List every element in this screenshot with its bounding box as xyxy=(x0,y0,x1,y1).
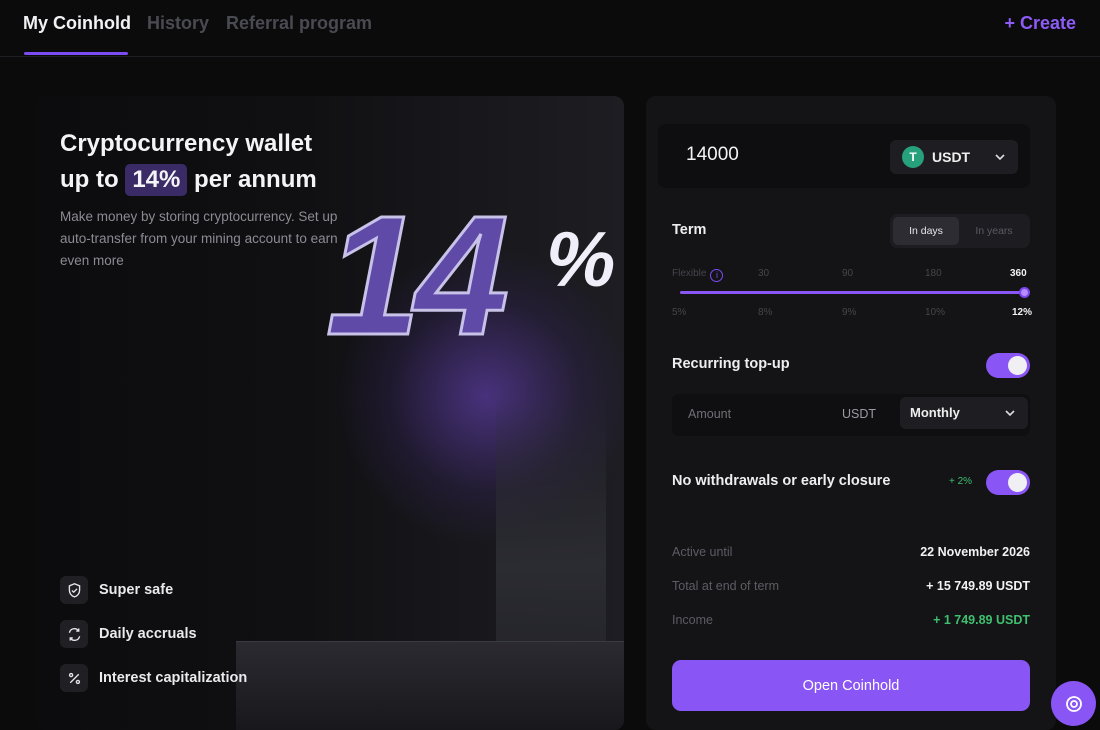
toggle-knob xyxy=(1008,473,1027,492)
promo-description: Make money by storing cryptocurrency. Se… xyxy=(60,209,338,268)
recurring-period-select[interactable]: Monthly xyxy=(900,397,1028,429)
summary-key: Total at end of term xyxy=(672,579,780,593)
term-scale-label: 30 xyxy=(758,268,770,279)
amount-input-box[interactable]: 14000 T USDT xyxy=(658,124,1030,188)
term-scale-label: Flexible i xyxy=(672,268,724,282)
chevron-down-icon xyxy=(1005,410,1015,417)
feature-label: Interest capitalization xyxy=(99,670,248,686)
feature-daily-accruals: Daily accruals xyxy=(60,620,320,648)
rate-scale-label: 9% xyxy=(842,307,857,318)
term-slider-thumb[interactable] xyxy=(1019,287,1030,298)
recurring-amount-input[interactable]: Amount xyxy=(688,407,731,421)
coinhold-form-panel: 14000 T USDT Term In days In years Flexi… xyxy=(646,96,1056,730)
summary-value: 22 November 2026 xyxy=(920,545,1030,559)
active-tab-indicator xyxy=(24,52,128,55)
top-navigation: My Coinhold History Referral program + C… xyxy=(0,0,1100,57)
create-button[interactable]: + Create xyxy=(1004,13,1076,34)
shield-check-icon xyxy=(60,576,88,604)
promo-banner: Cryptocurrency wallet up to 14% per annu… xyxy=(36,96,624,730)
currency-select[interactable]: T USDT xyxy=(890,140,1018,174)
term-scale-label: 90 xyxy=(842,268,854,279)
open-coinhold-button[interactable]: Open Coinhold xyxy=(672,660,1030,711)
amount-input[interactable]: 14000 xyxy=(686,144,739,166)
term-mode-days[interactable]: In days xyxy=(893,217,959,245)
term-scale-label: 180 xyxy=(925,268,942,279)
summary-key: Income xyxy=(672,613,713,627)
feature-label: Super safe xyxy=(99,582,174,598)
summary-key: Active until xyxy=(672,545,733,559)
feature-label: Daily accruals xyxy=(99,626,197,642)
support-icon xyxy=(1065,695,1082,712)
feature-super-safe: Super safe xyxy=(60,576,320,604)
bonus-rate-badge: + 2% xyxy=(949,476,973,487)
support-button[interactable] xyxy=(1051,681,1096,726)
term-mode-toggle: In days In years xyxy=(890,214,1030,248)
promo-title-suffix: per annum xyxy=(194,166,317,193)
big-rate-percent: % xyxy=(546,215,616,303)
no-withdrawals-label: No withdrawals or early closure xyxy=(672,473,891,489)
period-label: Monthly xyxy=(910,405,960,420)
rate-scale-label: 12% xyxy=(1012,307,1033,318)
recurring-topup-toggle[interactable] xyxy=(986,353,1030,378)
chevron-down-icon xyxy=(995,154,1005,161)
recurring-currency-label: USDT xyxy=(842,407,877,421)
term-label: Term xyxy=(672,222,707,238)
big-rate-number: 14 xyxy=(324,181,510,371)
recurring-topup-label: Recurring top-up xyxy=(672,356,790,372)
summary-value: + 15 749.89 USDT xyxy=(926,579,1030,593)
rate-scale-label: 10% xyxy=(925,307,946,318)
recurring-topup-row: Amount USDT Monthly xyxy=(672,394,1030,436)
percent-icon xyxy=(60,664,88,692)
toggle-knob xyxy=(1008,356,1027,375)
promo-title-prefix: up to xyxy=(60,166,119,193)
promo-title: Cryptocurrency wallet up to 14% per annu… xyxy=(60,126,360,198)
refresh-arrows-icon xyxy=(60,620,88,648)
promo-rate-pill: 14% xyxy=(125,164,188,196)
rate-scale-label: 5% xyxy=(672,307,687,318)
currency-label: USDT xyxy=(932,149,971,165)
tab-my-coinhold[interactable]: My Coinhold xyxy=(23,13,131,34)
feature-interest-capitalization: Interest capitalization xyxy=(60,664,320,692)
term-slider[interactable] xyxy=(680,287,1030,298)
no-withdrawals-toggle[interactable] xyxy=(986,470,1030,495)
promo-title-line1: Cryptocurrency wallet xyxy=(60,130,313,157)
term-slider-fill xyxy=(680,291,1024,294)
rate-scale-label: 8% xyxy=(758,307,773,318)
tether-icon: T xyxy=(902,146,924,168)
tab-history[interactable]: History xyxy=(147,13,209,34)
info-icon[interactable]: i xyxy=(710,269,724,282)
term-scale-label: 360 xyxy=(1010,268,1027,279)
term-mode-years[interactable]: In years xyxy=(961,217,1027,245)
tab-referral-program[interactable]: Referral program xyxy=(226,13,372,34)
summary-value: + 1 749.89 USDT xyxy=(933,613,1030,627)
